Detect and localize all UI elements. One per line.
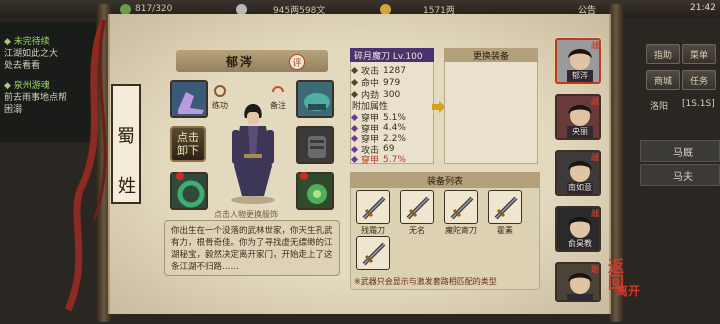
change-equipment-panel: [444, 48, 538, 164]
battle-tag: 战: [591, 153, 599, 162]
clock: 21:42: [690, 3, 716, 13]
rating-badge[interactable]: 评: [289, 54, 305, 70]
alert-dot: [176, 172, 184, 180]
change-equipment-title: 更换装备: [444, 48, 538, 62]
equipment-list-item[interactable]: [488, 190, 522, 224]
equipment-list-item[interactable]: [444, 190, 478, 224]
party-member-portrait[interactable]: 战南如意: [555, 150, 601, 196]
character-figure[interactable]: [218, 96, 288, 206]
battle-tag: 助: [591, 265, 599, 274]
equipment-name: 残霜刀: [361, 226, 385, 235]
character-bio: 你出生在一个没落的武林世家，你天生孔武有力，根骨奇佳。你为了寻找虚无缥缈的江湖秘…: [164, 220, 340, 276]
equipment-name: 无名: [409, 226, 425, 235]
weapon-type-footnote: ※武器只会显示与激发套路相匹配的类型: [354, 277, 497, 286]
sword-icon: [450, 196, 474, 220]
armor-icon: [298, 128, 332, 162]
sword-icon: [362, 196, 386, 220]
menu-button[interactable]: 菜单: [682, 44, 716, 64]
leave-button[interactable]: 离开: [616, 282, 640, 299]
shop-button[interactable]: 商城: [646, 70, 680, 90]
party-member-portrait[interactable]: 战央丽: [555, 94, 601, 140]
party-member-name: 南如意: [568, 183, 592, 192]
equipment-slot-helmet[interactable]: [296, 80, 334, 118]
battle-tag: 战: [591, 97, 599, 106]
bullet-icon: [350, 134, 359, 143]
bullet-icon: [350, 124, 359, 132]
party-member-name: 郁涔: [572, 71, 588, 80]
unequip-button[interactable]: 点击 卸下: [170, 126, 206, 162]
stamina-icon: [120, 3, 131, 15]
party-member-name: 俞昊教: [568, 239, 592, 248]
party-member-name: 央丽: [572, 127, 588, 136]
location-name: 洛阳: [650, 102, 669, 112]
sword-icon: [362, 242, 386, 266]
bullet-icon: [350, 145, 359, 153]
location-coord: [1S.1S]: [682, 99, 715, 109]
party-member-portrait[interactable]: 战俞昊教: [555, 206, 601, 252]
change-outfit-hint: 点击人物更换服饰: [214, 210, 278, 219]
bullet-icon: [350, 66, 359, 75]
npc-list-item[interactable]: 马夫: [640, 164, 720, 186]
name-strip: 蜀 姓: [111, 84, 141, 204]
extra-attributes-heading: 附加属性: [352, 102, 389, 112]
equipment-list-item[interactable]: [400, 190, 434, 224]
helmet-icon: [298, 82, 332, 116]
battle-tag: 战: [591, 209, 599, 218]
party-member-portrait[interactable]: 助: [555, 262, 601, 302]
silver-icon: [236, 3, 247, 15]
equipment-list-item[interactable]: [356, 190, 390, 224]
equipment-name: 霍素: [497, 226, 513, 235]
weapon-title: 碎月魔刀 Lv.100: [350, 48, 434, 62]
sword-icon: [494, 196, 518, 220]
bullet-icon: [350, 90, 359, 99]
sword-icon: [406, 196, 430, 220]
assist-button[interactable]: 指助: [646, 44, 680, 64]
character-name: 郁涔: [226, 55, 255, 69]
bullet-icon: [350, 113, 359, 122]
weapon-extra-stat: 穿甲 5.7%: [350, 153, 406, 166]
equipment-name: 魔陀寄刀: [445, 226, 477, 235]
gold-icon: [380, 3, 391, 15]
tasks-button[interactable]: 任务: [682, 70, 716, 90]
bullet-icon: [350, 155, 359, 164]
equipment-slot-shoes[interactable]: [170, 80, 208, 118]
equipment-list-item[interactable]: [356, 236, 390, 270]
party-member-portrait[interactable]: 战郁涔: [555, 38, 601, 84]
battle-tag: 战: [591, 41, 599, 50]
equipment-list-title: 装备列表: [350, 172, 540, 188]
bullet-icon: [350, 78, 359, 87]
npc-list-item[interactable]: 马厩: [640, 140, 720, 162]
equipment-slot-armor[interactable]: [296, 126, 334, 164]
alert-dot: [300, 172, 308, 180]
boots-icon: [172, 82, 206, 116]
